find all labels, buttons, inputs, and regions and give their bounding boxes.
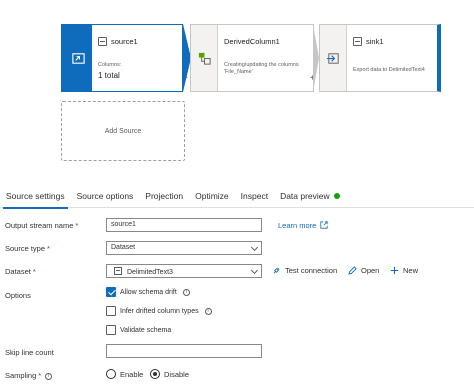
tab-inspect[interactable]: Inspect [235,186,274,208]
required-marker: * [47,244,50,253]
sampling-label: Sampling * i [5,371,53,380]
tab-source-settings[interactable]: Source settings [0,186,71,209]
source-node-rail [65,25,92,91]
output-stream-label: Output stream name * [5,221,78,230]
chevron-down-icon [250,266,259,275]
tab-label: Source settings [6,191,65,201]
allow-schema-drift-checkbox[interactable]: Allow schema drift i [106,287,190,297]
source-icon [72,53,85,64]
tab-label: Projection [145,191,184,201]
dataset-select[interactable]: DelimitedText3 [106,264,262,278]
sampling-disable-radio[interactable]: Disable [150,369,189,379]
required-marker: * [38,371,42,380]
source-columns-label: Columns: [98,62,122,68]
sink-node[interactable]: sink1 Export data to DelimitedText4 [319,24,441,92]
sink-node-title: sink1 [366,37,384,46]
checkbox-checked-icon [106,287,116,297]
source-type-label-text: Source type [5,244,46,253]
dataset-label: Dataset * [5,267,36,276]
info-icon[interactable]: i [45,373,53,380]
new-button[interactable]: New [390,266,418,275]
status-dot-icon [333,193,340,199]
sampling-enable-label: Enable [120,369,144,379]
tab-data-preview[interactable]: Data preview [274,186,346,208]
tab-label: Inspect [240,191,269,201]
open-label: Open [361,266,380,275]
tab-label: Optimize [195,191,229,201]
output-stream-value: source1 [111,221,136,228]
infer-types-label: Infer drifted column types [120,307,199,315]
plus-icon [390,266,399,275]
learn-more-link[interactable]: Learn more [278,221,329,230]
dataset-icon [98,37,107,46]
radio-on-icon [150,369,160,379]
source-type-value: Dataset [111,244,136,251]
validate-schema-label: Validate schema [120,326,172,334]
info-icon[interactable]: i [182,288,190,296]
tab-label: Source options [76,191,134,201]
tab-optimize[interactable]: Optimize [189,186,235,208]
checkbox-icon [106,325,116,335]
tab-label: Data preview [280,191,330,201]
dataset-label-text: Dataset [5,267,31,276]
dataset-value: DelimitedText3 [127,269,173,276]
source-node[interactable]: source1 Columns: 1 total + [61,24,188,92]
dataflow-canvas: source1 Columns: 1 total + DerivedColumn… [0,0,474,180]
output-stream-label-text: Output stream name [5,221,74,230]
source-type-select[interactable]: Dataset [106,241,262,255]
derived-node-rail [191,25,218,91]
add-source-label: Add Source [104,127,142,135]
sampling-label-text: Sampling [5,371,37,380]
derived-node-description: Creating/updating the columns 'File_Name… [224,62,299,75]
checkbox-icon [106,306,116,316]
required-marker: * [75,221,79,230]
sink-icon [326,53,339,64]
learn-more-label: Learn more [278,221,317,230]
required-marker: * [32,267,36,276]
skip-line-count-input[interactable] [106,344,262,358]
open-button[interactable]: Open [348,266,379,275]
allow-schema-drift-label: Allow schema drift [120,288,177,296]
source-columns-value: 1 total [98,71,120,80]
dataset-icon [114,267,122,275]
source-node-title: source1 [111,37,138,46]
pencil-icon [348,266,357,275]
infer-types-checkbox[interactable]: Infer drifted column types i [106,306,212,316]
sampling-disable-label: Disable [164,369,190,379]
external-link-icon [320,221,329,229]
validate-schema-checkbox[interactable]: Validate schema [106,325,171,335]
add-source-button[interactable]: Add Source [61,101,185,161]
tab-projection[interactable]: Projection [139,186,189,208]
chevron-down-icon [250,243,259,252]
info-icon[interactable]: i [204,307,212,315]
source-type-label: Source type * [5,244,50,253]
test-connection-label: Test connection [285,266,338,275]
sink-node-rail [320,25,347,91]
output-stream-input[interactable]: source1 [106,218,262,232]
derived-node-title: DerivedColumn1 [224,37,280,46]
options-label: Options [5,291,31,300]
sink-node-description: Export data to DelimitedText4 [353,67,425,73]
tab-source-options[interactable]: Source options [71,186,140,208]
radio-off-icon [106,369,116,379]
plug-icon [273,267,280,274]
settings-tabs: Source settings Source options Projectio… [0,186,474,209]
skip-line-count-label: Skip line count [5,348,54,357]
sink-dataset-icon [353,37,362,46]
new-label: New [403,266,419,275]
test-connection-button[interactable]: Test connection [272,266,337,275]
derived-column-node[interactable]: DerivedColumn1 Creating/updating the col… [190,24,316,92]
derived-column-icon [198,52,211,65]
sampling-enable-radio[interactable]: Enable [106,369,143,379]
